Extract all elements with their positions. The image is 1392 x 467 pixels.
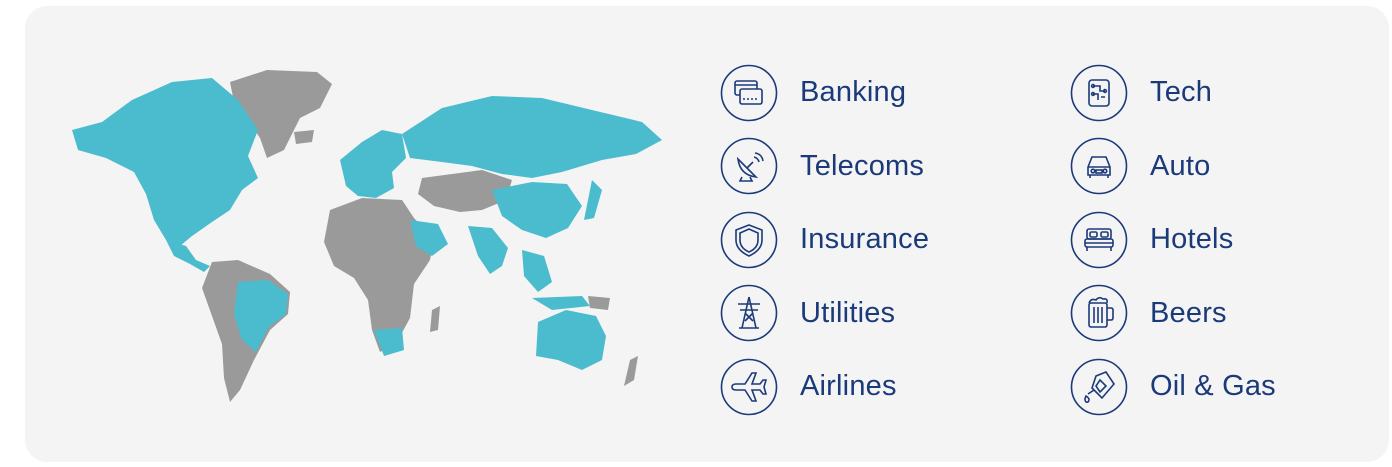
sector-item-airlines: Airlines bbox=[720, 350, 1070, 424]
sector-item-oil-gas: Oil & Gas bbox=[1070, 350, 1360, 424]
sector-list: Banking Tech Telecoms Auto Insurance Hot… bbox=[720, 56, 1360, 426]
sector-item-insurance: Insurance bbox=[720, 203, 1070, 277]
car-icon bbox=[1070, 137, 1128, 195]
sector-label: Tech bbox=[1150, 76, 1213, 109]
sector-item-hotels: Hotels bbox=[1070, 203, 1360, 277]
airplane-icon bbox=[720, 358, 778, 416]
sector-label: Insurance bbox=[800, 223, 930, 256]
sector-item-banking: Banking bbox=[720, 56, 1070, 130]
satellite-dish-icon bbox=[720, 137, 778, 195]
sector-label: Utilities bbox=[800, 296, 896, 329]
sector-item-beers: Beers bbox=[1070, 277, 1360, 351]
oil-can-icon bbox=[1070, 358, 1128, 416]
sector-label: Telecoms bbox=[800, 149, 925, 182]
sector-label: Airlines bbox=[800, 370, 897, 403]
sector-label: Banking bbox=[800, 76, 907, 109]
sector-label: Auto bbox=[1150, 149, 1211, 182]
sector-label: Hotels bbox=[1150, 223, 1234, 256]
power-pylon-icon bbox=[720, 284, 778, 342]
sector-item-telecoms: Telecoms bbox=[720, 130, 1070, 204]
beer-mug-icon bbox=[1070, 284, 1128, 342]
sector-item-tech: Tech bbox=[1070, 56, 1360, 130]
credit-card-icon bbox=[720, 64, 778, 122]
shield-icon bbox=[720, 211, 778, 269]
circuit-icon bbox=[1070, 64, 1128, 122]
world-map bbox=[62, 60, 672, 410]
sector-label: Beers bbox=[1150, 296, 1227, 329]
sector-item-auto: Auto bbox=[1070, 130, 1360, 204]
bed-icon bbox=[1070, 211, 1128, 269]
sector-label: Oil & Gas bbox=[1150, 370, 1276, 403]
sector-item-utilities: Utilities bbox=[720, 277, 1070, 351]
